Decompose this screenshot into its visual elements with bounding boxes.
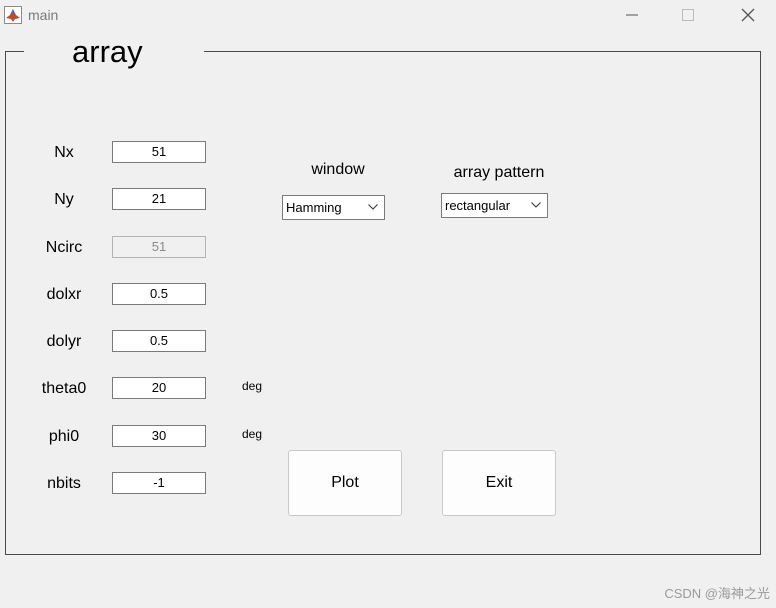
minimize-icon [626,14,638,16]
phi0-unit: deg [242,427,263,441]
label-ny: Ny [54,191,74,208]
label-nx: Nx [54,144,74,161]
title-bar: main [0,0,776,30]
phi0-field[interactable]: 30 [112,425,206,447]
watermark: CSDN @海神之光 [664,586,770,601]
chevron-down-icon [531,202,541,208]
array-pattern-label: array pattern [453,164,545,181]
label-ncirc: Ncirc [45,239,83,256]
ny-field[interactable]: 21 [112,188,206,210]
theta0-unit: deg [242,379,263,393]
minimize-button[interactable] [604,0,660,30]
window-title: main [28,7,59,23]
close-button[interactable] [720,0,776,30]
nx-field[interactable]: 51 [112,141,206,163]
chevron-down-icon [368,204,378,210]
dolyr-field[interactable]: 0.5 [112,330,206,352]
label-phi0: phi0 [48,428,80,445]
theta0-field[interactable]: 20 [112,377,206,399]
dolxr-field[interactable]: 0.5 [112,283,206,305]
label-dolxr: dolxr [46,286,82,303]
array-pattern-dropdown[interactable]: rectangular [441,193,548,218]
exit-button[interactable]: Exit [442,450,556,516]
window-label: window [311,161,365,178]
matlab-icon [4,6,22,24]
plot-button[interactable]: Plot [288,450,402,516]
label-dolyr: dolyr [46,333,82,350]
array-pattern-dropdown-value: rectangular [445,198,511,213]
ncirc-field: 51 [112,236,206,258]
close-icon [741,8,755,22]
nbits-field[interactable]: -1 [112,472,206,494]
label-theta0: theta0 [41,380,87,397]
maximize-icon [682,9,694,21]
maximize-button[interactable] [660,0,716,30]
panel-title: array [24,32,204,72]
window-dropdown[interactable]: Hamming [282,195,385,220]
label-nbits: nbits [47,475,81,492]
window-dropdown-value: Hamming [286,200,342,215]
